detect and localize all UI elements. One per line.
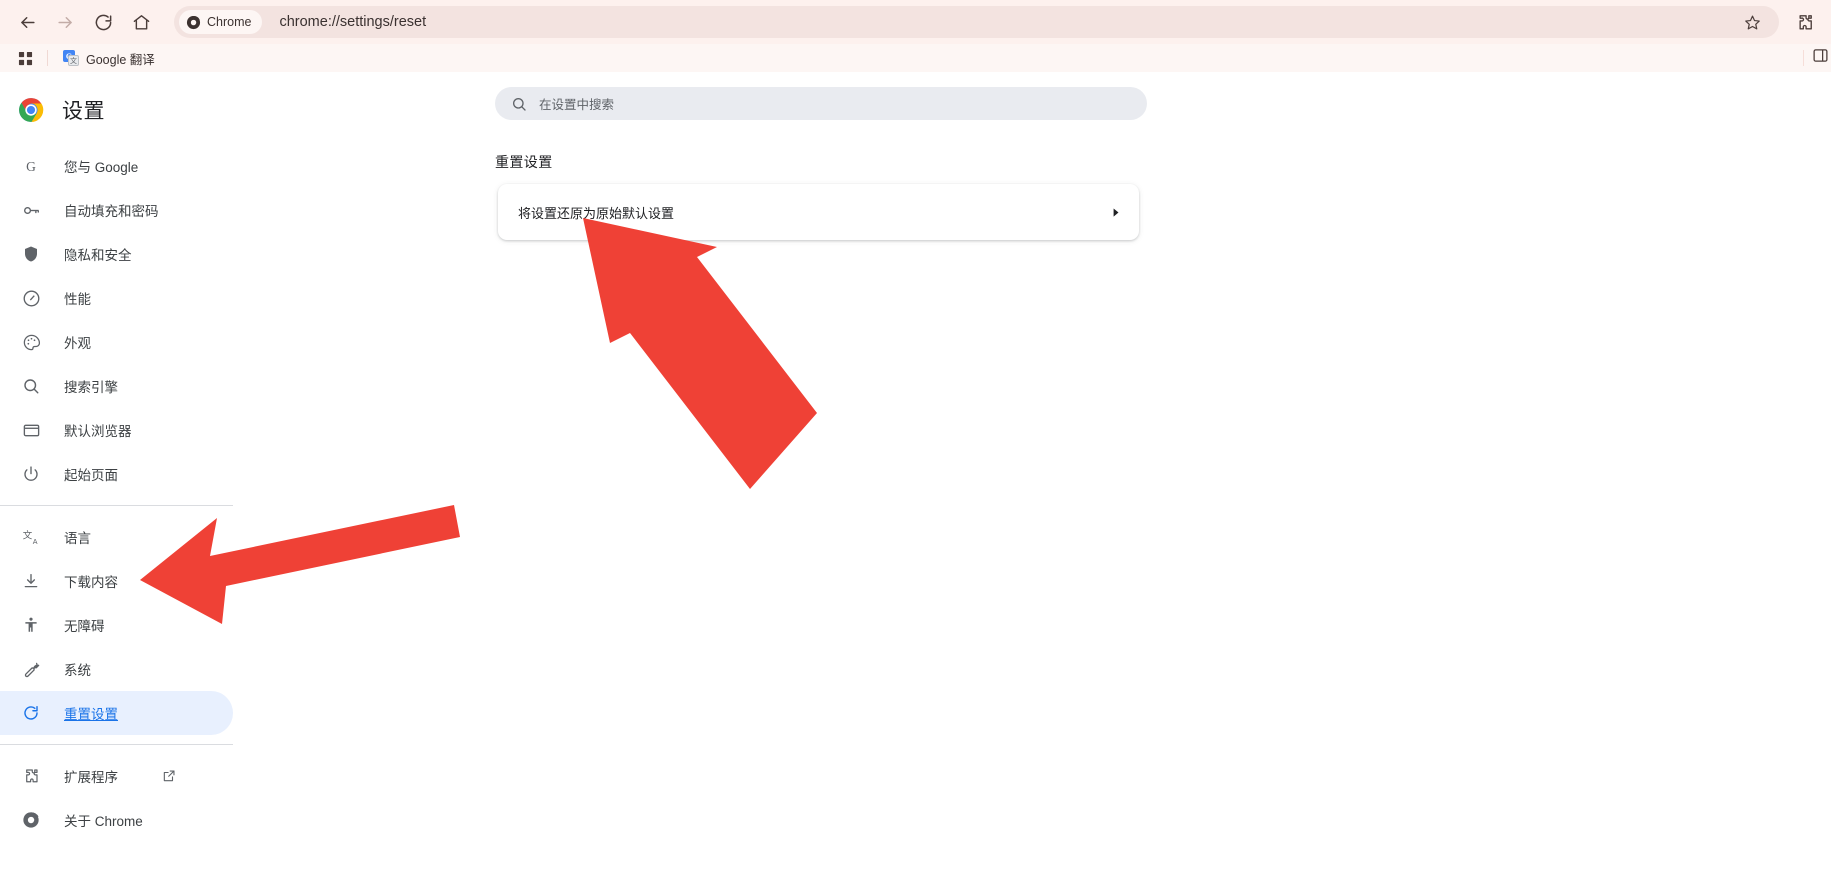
translate-icon: 文 A (21, 527, 41, 547)
forward-button[interactable] (48, 5, 82, 39)
sidebar-item-reset-settings[interactable]: 重置设置 (0, 691, 233, 735)
sidebar-item-languages[interactable]: 文 A 语言 (0, 515, 233, 559)
key-icon (21, 200, 41, 220)
sidebar-item-on-startup[interactable]: 起始页面 (0, 452, 233, 496)
puzzle-icon (1798, 14, 1812, 30)
sidebar-item-label: 性能 (64, 292, 91, 307)
palette-icon (21, 332, 41, 352)
sidebar-item-system[interactable]: 系统 (0, 647, 233, 691)
apps-grid-icon (18, 51, 32, 65)
restore-defaults-row[interactable]: 将设置还原为原始默认设置 (498, 184, 1139, 240)
search-icon (513, 97, 526, 111)
sidebar-item-label: 无障碍 (64, 619, 105, 634)
home-button[interactable] (124, 5, 158, 39)
settings-search-wrap: 在设置中搜索 (495, 87, 1147, 120)
sidebar-item-label: 下载内容 (64, 575, 118, 590)
bookmarks-divider (47, 50, 48, 66)
reset-icon (21, 703, 41, 723)
sidebar-item-search-engine[interactable]: 搜索引擎 (0, 364, 233, 408)
restore-defaults-label: 将设置还原为原始默认设置 (518, 205, 675, 221)
star-icon (1744, 15, 1760, 29)
sidebar-item-label: 自动填充和密码 (64, 204, 159, 219)
sidebar-item-label: 重置设置 (64, 707, 118, 722)
sidebar-item-label: 语言 (64, 531, 91, 546)
sidebar-item-label: 您与 Google (64, 160, 139, 175)
sidebar-item-default-browser[interactable]: 默认浏览器 (0, 408, 233, 452)
bookmark-item-label: Google 翻译 (86, 52, 155, 67)
chevron-right-icon (1109, 206, 1122, 219)
sidebar-item-privacy-security[interactable]: 隐私和安全 (0, 232, 233, 276)
svg-text:A: A (32, 537, 37, 545)
browser-toolbar: Chrome chrome://settings/reset (0, 0, 1831, 44)
sidebar-item-label: 起始页面 (64, 468, 118, 483)
puzzle-icon (21, 766, 41, 786)
sidebar-item-label: 隐私和安全 (64, 248, 132, 263)
sidebar-item-label: 关于 Chrome (64, 814, 143, 829)
svg-text:G: G (26, 159, 36, 174)
omnibox-url-text[interactable]: chrome://settings/reset (279, 14, 1739, 30)
sidebar-item-label: 默认浏览器 (64, 424, 132, 439)
bookmark-item-google-translate[interactable]: G 文 Google 翻译 (57, 47, 161, 69)
sidebar-item-downloads[interactable]: 下载内容 (0, 559, 233, 603)
sidebar-item-label: 系统 (64, 663, 91, 678)
shield-icon (21, 244, 41, 264)
reload-icon (95, 14, 111, 30)
settings-brand: 设置 (0, 72, 273, 136)
sidebar-item-label: 搜索引擎 (64, 380, 118, 395)
settings-page: 设置 G 您与 Google 自动填充和密码 隐私和安全 性能 外观 搜索引擎 … (0, 72, 1831, 894)
home-icon (133, 14, 149, 30)
accessibility-icon (21, 615, 41, 635)
back-button[interactable] (10, 5, 44, 39)
bookmarks-overflow-area (1803, 44, 1831, 72)
sidebar-divider-1 (0, 505, 233, 506)
sidebar-item-label: 外观 (64, 336, 91, 351)
page-title: 设置 (62, 100, 105, 123)
settings-nav-list: G 您与 Google 自动填充和密码 隐私和安全 性能 外观 搜索引擎 默认浏… (0, 136, 273, 842)
section-title-reset-settings: 重置设置 (495, 154, 553, 170)
omnibox[interactable]: Chrome chrome://settings/reset (174, 6, 1779, 38)
chrome-icon (21, 810, 41, 830)
chrome-icon (186, 15, 201, 29)
google-g-icon: G (21, 156, 41, 176)
settings-main-content: 在设置中搜索 重置设置 将设置还原为原始默认设置 (273, 72, 1831, 894)
sidebar-item-about-chrome[interactable]: 关于 Chrome (0, 798, 233, 842)
google-translate-icon: G 文 (63, 50, 79, 66)
side-panel-button[interactable] (1812, 47, 1829, 69)
search-input[interactable]: 在设置中搜索 (495, 87, 1147, 120)
omnibox-chip-label: Chrome (207, 15, 252, 29)
toolbar-right-group (1787, 5, 1821, 39)
search-placeholder: 在设置中搜索 (539, 98, 615, 112)
apps-shortcut-button[interactable] (12, 47, 38, 69)
sidebar-item-performance[interactable]: 性能 (0, 276, 233, 320)
sidebar-divider-2 (0, 744, 233, 745)
forward-arrow-icon (57, 16, 72, 28)
wrench-icon (21, 659, 41, 679)
sidebar-item-label: 扩展程序 (64, 770, 118, 785)
speedometer-icon (21, 288, 41, 308)
omnibox-chrome-chip[interactable]: Chrome (179, 10, 263, 34)
bookmarks-edge-divider (1803, 50, 1804, 66)
bookmarks-bar: G 文 Google 翻译 (0, 44, 1831, 72)
browser-window-icon (21, 420, 41, 440)
bookmark-star-button[interactable] (1739, 9, 1765, 35)
reload-button[interactable] (86, 5, 120, 39)
power-icon (21, 464, 41, 484)
sidebar-item-you-and-google[interactable]: G 您与 Google (0, 144, 233, 188)
download-icon (21, 571, 41, 591)
settings-sidebar: 设置 G 您与 Google 自动填充和密码 隐私和安全 性能 外观 搜索引擎 … (0, 72, 273, 894)
chrome-logo-icon (19, 98, 44, 122)
svg-text:文: 文 (22, 529, 32, 541)
sidebar-item-extensions[interactable]: 扩展程序 (0, 754, 233, 798)
sidebar-item-appearance[interactable]: 外观 (0, 320, 233, 364)
external-link-icon[interactable] (161, 769, 176, 784)
sidebar-item-accessibility[interactable]: 无障碍 (0, 603, 233, 647)
back-arrow-icon (20, 16, 35, 28)
side-panel-icon (1813, 49, 1828, 62)
extensions-button[interactable] (1787, 5, 1821, 39)
search-icon (21, 376, 41, 396)
sidebar-item-autofill[interactable]: 自动填充和密码 (0, 188, 233, 232)
reset-settings-card: 将设置还原为原始默认设置 (498, 184, 1139, 240)
